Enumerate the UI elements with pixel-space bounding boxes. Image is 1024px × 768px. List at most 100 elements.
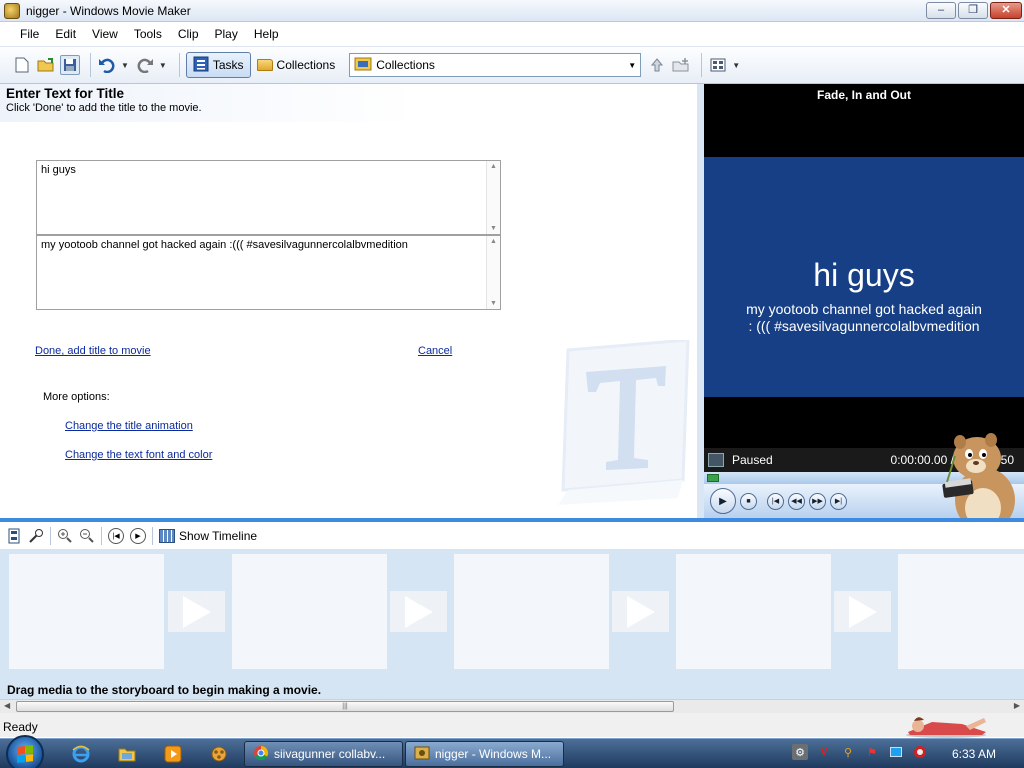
storyboard-transition-slot[interactable] [612, 591, 669, 632]
tray-monitor-icon[interactable] [888, 744, 904, 760]
collections-label: Collections [276, 58, 336, 72]
window-titlebar[interactable]: nigger - Windows Movie Maker – ❐ ✕ [0, 0, 1024, 22]
title-text-input[interactable]: hi guys ▲ ▼ [36, 160, 501, 235]
stop-icon[interactable]: ■ [740, 492, 757, 510]
taskbar-item-label: nigger - Windows M... [435, 747, 552, 761]
views-icon[interactable] [708, 55, 728, 75]
split-view-icon[interactable] [708, 453, 724, 467]
undo-icon[interactable] [97, 55, 117, 75]
movie-maker-taskbar-icon[interactable] [209, 744, 229, 764]
play-storyboard-icon[interactable]: ▶ [130, 527, 146, 544]
restore-button[interactable]: ❐ [958, 2, 988, 19]
taskbar-movie-maker-window[interactable]: nigger - Windows M... [405, 741, 564, 767]
file-explorer-icon[interactable] [117, 744, 137, 764]
menu-tools[interactable]: Tools [126, 27, 170, 41]
scroll-left-icon[interactable]: ◀ [4, 701, 10, 710]
close-button[interactable]: ✕ [990, 2, 1022, 19]
storyboard-toolbar-separator [101, 526, 102, 545]
next-frame-icon[interactable]: ▶| [830, 492, 847, 510]
menu-play[interactable]: Play [207, 27, 246, 41]
menu-file[interactable]: File [12, 27, 47, 41]
storyboard-transition-slot[interactable] [168, 591, 225, 632]
tasks-icon [193, 56, 209, 75]
views-dropdown-icon[interactable]: ▼ [732, 61, 740, 70]
tray-antivirus-icon[interactable]: V [816, 744, 832, 760]
tray-search-icon[interactable]: ⚲ [840, 744, 856, 760]
collections-dropdown-icon [354, 56, 372, 75]
internet-explorer-icon[interactable] [71, 744, 91, 764]
done-add-title-link[interactable]: Done, add title to movie [35, 345, 151, 357]
rewind-icon[interactable]: ◀◀ [788, 492, 805, 510]
media-player-icon[interactable] [163, 744, 183, 764]
new-collection-folder-icon[interactable] [671, 55, 691, 75]
pane-splitter[interactable] [697, 84, 704, 518]
subtitle-text-scrollbar[interactable]: ▲ ▼ [486, 236, 500, 309]
start-button[interactable] [6, 735, 44, 768]
show-timeline-button[interactable]: Show Timeline [159, 528, 258, 543]
storyboard[interactable]: Drag media to the storyboard to begin ma… [0, 549, 1024, 699]
storyboard-clip-slot[interactable] [9, 554, 164, 669]
main-toolbar: ▼ ▼ Tasks Collections Collections ▼ ▼ [0, 46, 1024, 84]
toolbar-separator [90, 53, 91, 77]
save-project-icon[interactable] [60, 55, 80, 75]
menu-clip[interactable]: Clip [170, 27, 207, 41]
preview-effect-name: Fade, In and Out [704, 84, 1024, 105]
zoom-out-icon[interactable] [79, 528, 95, 544]
storyboard-scrollbar[interactable]: ◀ ||| ▶ [0, 699, 1024, 713]
storyboard-toolbar-separator [152, 526, 153, 545]
preview-title-text: hi guys [813, 257, 915, 293]
taskbar: siivagunner collabv... nigger - Windows … [0, 735, 1024, 768]
undo-dropdown-icon[interactable]: ▼ [121, 61, 129, 70]
subtitle-text-value: my yootoob channel got hacked again :(((… [41, 239, 408, 251]
show-timeline-label: Show Timeline [179, 528, 258, 543]
play-icon[interactable]: ▶ [710, 488, 736, 514]
title-text-scrollbar[interactable]: ▲ ▼ [486, 161, 500, 234]
storyboard-transition-slot[interactable] [834, 591, 891, 632]
toolbar-separator [701, 53, 703, 77]
collections-dropdown[interactable]: Collections ▼ [349, 53, 642, 77]
storyboard-view-icon[interactable] [6, 528, 22, 544]
storyboard-clip-slot[interactable] [454, 554, 609, 669]
up-one-level-icon[interactable] [647, 55, 667, 75]
chevron-down-icon: ▼ [628, 60, 637, 70]
collections-dropdown-value: Collections [376, 58, 435, 72]
taskbar-chrome-window[interactable]: siivagunner collabv... [244, 741, 403, 767]
fast-forward-icon[interactable]: ▶▶ [809, 492, 826, 510]
rewind-storyboard-icon[interactable]: |◀ [108, 527, 124, 544]
open-project-icon[interactable] [36, 55, 56, 75]
chrome-icon [253, 745, 269, 764]
storyboard-clip-slot[interactable] [898, 554, 1024, 669]
previous-frame-icon[interactable]: |◀ [767, 492, 784, 510]
windows-logo-icon [17, 745, 33, 763]
subtitle-text-input[interactable]: my yootoob channel got hacked again :(((… [36, 235, 501, 310]
tray-volume-icon[interactable] [912, 744, 928, 760]
tasks-button[interactable]: Tasks [185, 52, 251, 78]
movie-maker-icon [4, 2, 20, 19]
timeline-icon [159, 528, 175, 543]
storyboard-clip-slot[interactable] [676, 554, 831, 669]
tasks-label: Tasks [212, 58, 244, 72]
set-audio-levels-icon[interactable] [28, 528, 44, 544]
tray-flag-icon[interactable]: ⚑ [864, 744, 880, 760]
minimize-button[interactable]: – [926, 2, 956, 19]
zoom-in-icon[interactable] [57, 528, 73, 544]
change-title-animation-link[interactable]: Change the title animation [65, 420, 193, 432]
seek-thumb[interactable] [707, 474, 719, 482]
storyboard-clip-slot[interactable] [232, 554, 387, 669]
redo-icon[interactable] [135, 55, 155, 75]
scroll-right-icon[interactable]: ▶ [1014, 701, 1020, 710]
tray-app-icon[interactable]: ⚙ [792, 744, 808, 760]
menu-help[interactable]: Help [246, 27, 287, 41]
menu-view[interactable]: View [84, 27, 126, 41]
task-heading-area: Enter Text for Title Click 'Done' to add… [0, 84, 697, 122]
menu-edit[interactable]: Edit [47, 27, 84, 41]
new-project-icon[interactable] [12, 55, 32, 75]
taskbar-clock[interactable]: 6:33 AM [952, 747, 996, 761]
change-font-color-link[interactable]: Change the text font and color [65, 449, 212, 461]
title-task-pane: Enter Text for Title Click 'Done' to add… [0, 84, 697, 518]
storyboard-transition-slot[interactable] [390, 591, 447, 632]
scrollbar-thumb[interactable]: ||| [16, 701, 674, 712]
redo-dropdown-icon[interactable]: ▼ [159, 61, 167, 70]
collections-button[interactable]: Collections [251, 52, 342, 78]
cancel-link[interactable]: Cancel [418, 345, 452, 357]
